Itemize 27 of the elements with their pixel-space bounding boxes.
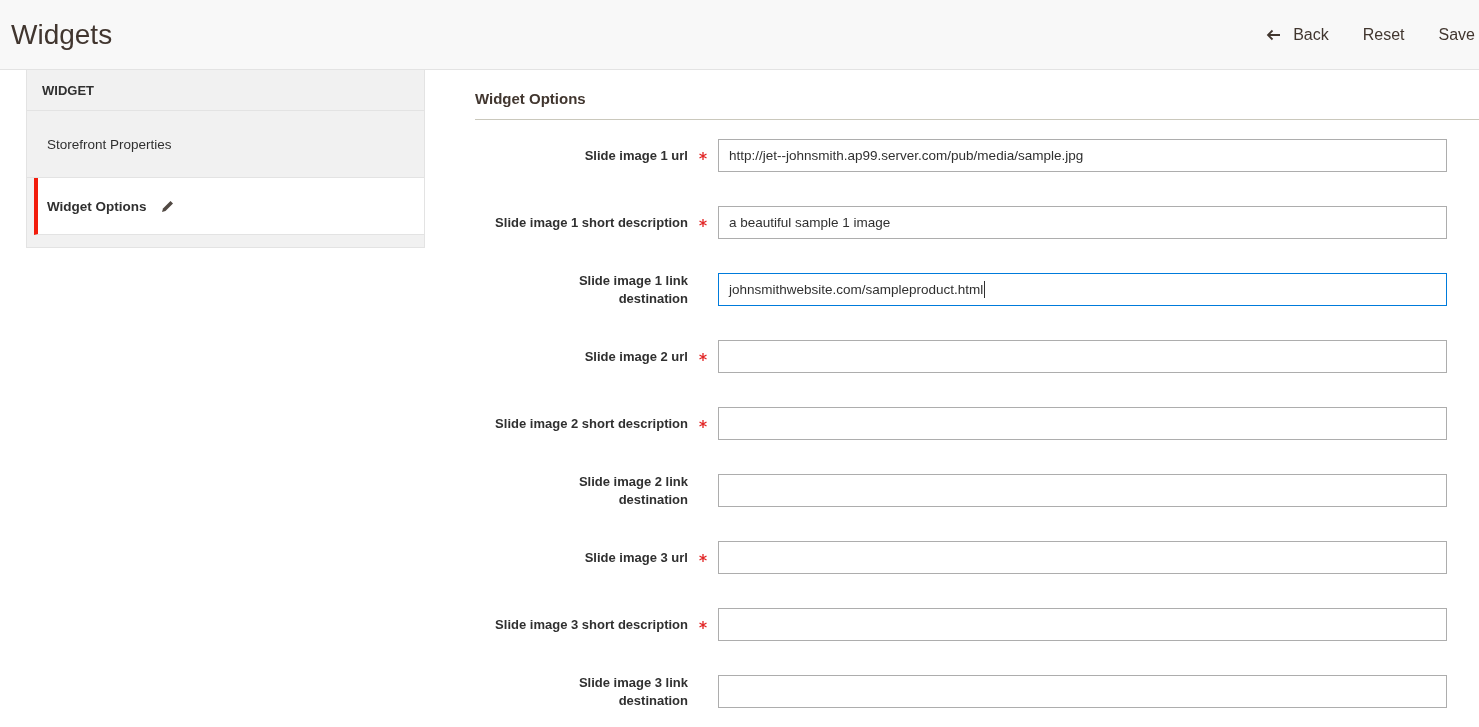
pencil-icon [160, 199, 175, 213]
input-field[interactable]: http://jet--johnsmith.ap99.server.com/pub/media/sample.jpg [718, 139, 1447, 172]
back-button[interactable]: Back [1266, 25, 1329, 44]
input-field[interactable]: a beautiful sample 1 image [718, 206, 1447, 239]
input-field[interactable] [718, 608, 1447, 641]
sidebar-section-title: WIDGET [27, 70, 424, 111]
input-field[interactable] [718, 407, 1447, 440]
arrow-left-icon [1266, 28, 1282, 41]
input-field[interactable] [718, 474, 1447, 507]
input-field[interactable]: johnsmithwebsite.com/sampleproduct.html [718, 273, 1447, 306]
input-field[interactable] [718, 541, 1447, 574]
input-field[interactable] [718, 675, 1447, 708]
action-button[interactable]: Reset [1362, 25, 1405, 44]
field-label: Slide image 2 short description [494, 414, 688, 433]
input-field[interactable] [718, 340, 1447, 373]
page-title: Widgets [11, 18, 113, 51]
field-label: Slide image 3 url [583, 548, 688, 567]
field-label: Slide image 2 url [583, 347, 688, 366]
field-label: Slide image 3 short description [494, 615, 688, 634]
section-title: Widget Options [475, 90, 1479, 120]
field-label: Slide image 1 short description [494, 213, 688, 232]
action-button[interactable]: Save [1438, 25, 1475, 44]
field-label: Slide image 2 link destination [577, 472, 688, 509]
field-label: Slide image 1 url [583, 146, 688, 165]
field-label: Slide image 1 link destination [577, 271, 688, 308]
field-label: Slide image 3 link destination [577, 673, 688, 710]
sidebar-tab[interactable]: Widget Options [34, 178, 424, 235]
